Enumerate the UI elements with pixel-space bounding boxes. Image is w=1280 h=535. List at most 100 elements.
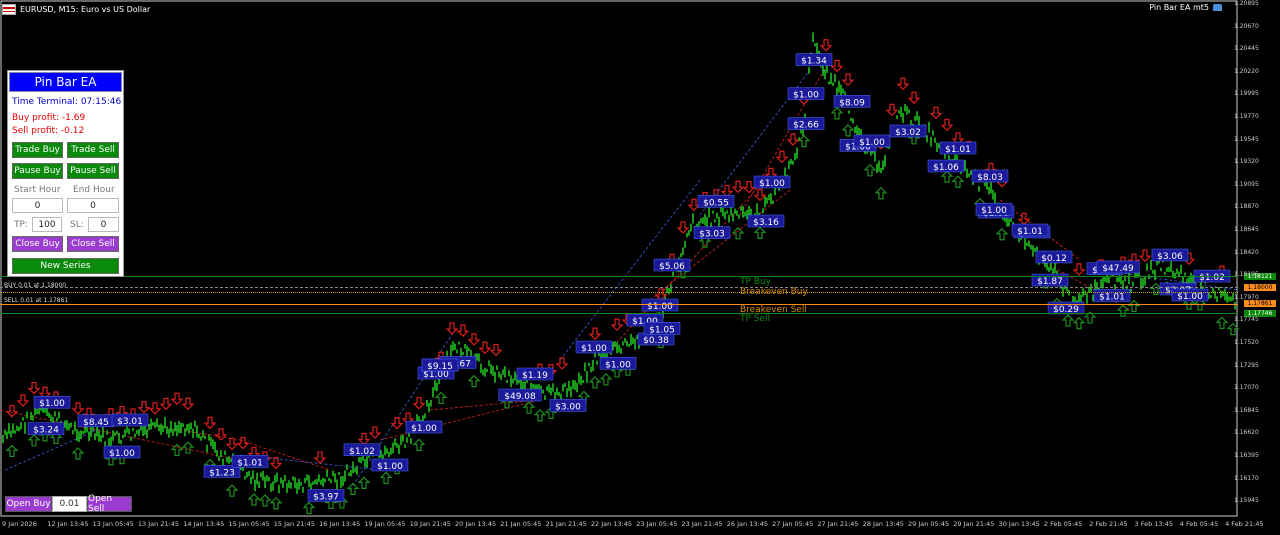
profit-label: $1.34 xyxy=(795,53,833,67)
time-axis-label: 12 Jan 13:45 xyxy=(47,520,89,528)
open-sell-button[interactable]: Open Sell xyxy=(87,494,132,514)
profit-label-text: $49.08 xyxy=(504,392,536,402)
open-buy-button[interactable]: Open Buy xyxy=(5,496,52,512)
price-axis-label: 1.16395 xyxy=(1234,452,1259,459)
buy-arrow-icon xyxy=(731,226,745,240)
buy-arrow-icon xyxy=(995,227,1009,241)
trade-sell-button[interactable]: Trade Sell xyxy=(67,142,119,158)
tp-input[interactable]: 100 xyxy=(32,217,62,232)
close-sell-button[interactable]: Close Sell xyxy=(67,236,119,252)
sell-arrow-icon xyxy=(357,432,371,446)
sell-arrow-icon xyxy=(555,357,569,370)
profit-label: $1.00 xyxy=(975,202,1013,216)
sell-order-line[interactable] xyxy=(0,304,1238,305)
sell-arrow-icon xyxy=(214,428,228,441)
sell-arrow-icon xyxy=(412,397,426,410)
price-axis-label: 1.20220 xyxy=(1234,67,1259,75)
buy-order-label: BUY 0.01 at 1.18000 xyxy=(4,282,67,289)
tp-label: TP: xyxy=(14,220,28,230)
profit-label: $1.00 xyxy=(103,445,141,459)
time-axis-label: 4 Feb 21:45 xyxy=(1225,520,1264,528)
new-series-button[interactable]: New Series xyxy=(12,258,119,274)
sell-arrow-icon xyxy=(489,343,503,357)
price-axis-label: 1.17520 xyxy=(1234,339,1259,346)
buy-arrow-icon xyxy=(830,107,844,120)
sell-order-label: SELL 0.01 at 1.17861 xyxy=(4,297,69,304)
profit-label: $1.00 xyxy=(599,357,637,370)
sell-arrow-icon xyxy=(819,39,833,52)
pause-buy-button[interactable]: Pause Buy xyxy=(12,163,63,179)
profit-label-text: $1.01 xyxy=(237,458,263,468)
sell-arrow-icon xyxy=(148,402,162,415)
profit-label: $1.01 xyxy=(231,455,269,468)
buy-arrow-icon xyxy=(841,124,855,137)
chart-title-text: EURUSD, M15: Euro vs US Dollar xyxy=(20,4,151,14)
sl-input[interactable]: 0 xyxy=(88,217,119,232)
end-hour-input[interactable]: 0 xyxy=(67,198,119,213)
buy-arrow-icon xyxy=(225,484,239,497)
time-axis-label: 21 Jan 21:45 xyxy=(545,520,587,528)
price-axis-label: 1.18195 xyxy=(1234,271,1259,279)
profit-label-text: $1.06 xyxy=(933,163,959,173)
profit-label-text: $3.97 xyxy=(313,492,339,502)
price-axis-label: 1.19320 xyxy=(1234,158,1259,166)
time-axis-label: 23 Jan 21:45 xyxy=(681,520,723,528)
buy-arrow-icon xyxy=(467,374,481,388)
profit-label: $3.03 xyxy=(693,226,731,240)
buy-arrow-icon xyxy=(599,372,613,386)
profit-label-text: $0.12 xyxy=(1041,254,1067,264)
profit-label-text: $0.38 xyxy=(643,336,669,346)
profit-label: $1.00 xyxy=(753,175,791,189)
one-click-trading: Open Buy 0.01 Open Sell xyxy=(5,494,132,514)
profit-label: $1.00 xyxy=(641,298,679,312)
lot-size-input[interactable]: 0.01 xyxy=(52,496,87,512)
sell-arrow-icon xyxy=(390,417,404,430)
profit-label: $1.00 xyxy=(787,87,825,101)
start-hour-input[interactable]: 0 xyxy=(12,198,63,213)
buy-arrow-icon xyxy=(1127,299,1141,313)
time-axis-label: 13 Jan 05:45 xyxy=(92,520,134,528)
sell-arrow-icon xyxy=(731,180,745,194)
close-buy-button[interactable]: Close Buy xyxy=(12,236,63,252)
sell-arrow-icon xyxy=(687,198,701,212)
profit-label-text: $3.02 xyxy=(895,128,921,138)
sell-arrow-icon xyxy=(610,318,624,331)
profit-label-text: $5.06 xyxy=(659,262,685,272)
sell-arrow-icon xyxy=(5,405,19,418)
pause-sell-button[interactable]: Pause Sell xyxy=(67,163,119,179)
time-axis-label: 20 Jan 13:45 xyxy=(455,520,497,528)
trade-buy-button[interactable]: Trade Buy xyxy=(12,142,63,158)
price-chart[interactable]: $1.00$3.24$8.45$1.00$3.01$1.23$1.01$3.97… xyxy=(0,0,1280,535)
sell-arrow-icon xyxy=(830,59,844,73)
profit-label-text: $8.09 xyxy=(839,98,865,108)
buy-arrow-icon xyxy=(357,476,371,489)
profit-label: $47.49 xyxy=(1096,260,1140,274)
time-axis-label: 21 Jan 05:45 xyxy=(500,520,542,528)
sell-arrow-icon xyxy=(841,73,855,87)
price-axis-label: 1.19770 xyxy=(1234,113,1259,120)
buy-arrow-icon xyxy=(753,226,767,239)
buy-arrow-icon xyxy=(71,447,85,460)
profit-label-text: $1.87 xyxy=(1037,277,1063,287)
tp-sell-line[interactable] xyxy=(0,313,1238,314)
sell-arrow-icon xyxy=(907,91,921,105)
tp-buy-line[interactable] xyxy=(0,276,1238,277)
sell-arrow-icon xyxy=(203,416,217,430)
time-axis-label: 3 Feb 13:45 xyxy=(1134,520,1174,528)
breakeven-buy-line[interactable] xyxy=(0,292,1238,293)
profit-label-text: $1.00 xyxy=(793,91,819,101)
profit-label: $8.09 xyxy=(833,95,871,108)
profit-label: $3.16 xyxy=(747,214,785,228)
time-axis-label: 16 Jan 13:45 xyxy=(319,520,361,528)
profit-label: $1.02 xyxy=(343,443,381,457)
buy-order-line[interactable] xyxy=(0,287,1238,288)
sell-arrow-icon xyxy=(467,333,481,346)
profit-label-text: $8.03 xyxy=(977,173,1003,183)
sell-arrow-icon xyxy=(742,180,756,194)
sell-arrow-icon xyxy=(456,324,470,337)
price-axis-label: 1.16620 xyxy=(1234,429,1259,437)
time-axis-label: 13 Jan 21:45 xyxy=(137,520,180,528)
time-axis-label: 2 Feb 21:45 xyxy=(1089,520,1128,528)
buy-arrow-icon xyxy=(379,471,393,485)
time-axis-label: 27 Jan 21:45 xyxy=(817,520,859,528)
